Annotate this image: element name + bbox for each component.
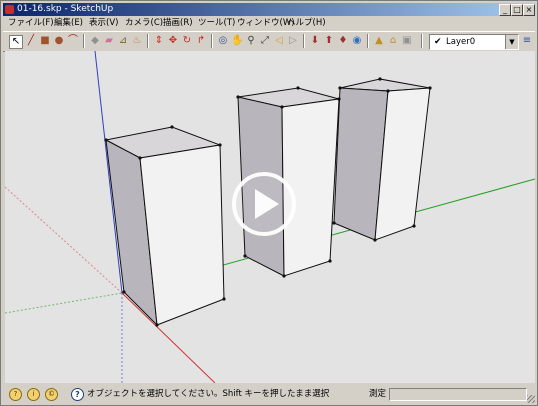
- green-axis-hidden: [5, 292, 123, 314]
- active-layer-check-icon: ✔: [434, 37, 442, 47]
- menu-view[interactable]: 表示(V): [89, 17, 118, 30]
- toolbar-separator: [421, 34, 423, 48]
- zoom-tool-icon[interactable]: ⚲: [245, 35, 257, 47]
- window-title: 01-16.skp - SketchUp: [17, 4, 114, 14]
- sketchup-window: 01-16.skp - SketchUp _ □ × ファイル(F) 編集(E)…: [0, 0, 538, 406]
- menu-draw[interactable]: 描画(R): [163, 17, 193, 30]
- push-pull-icon[interactable]: ⇕: [153, 35, 165, 47]
- photo-texture-icon[interactable]: ▣: [401, 35, 413, 47]
- title-bar[interactable]: 01-16.skp - SketchUp _ □ ×: [3, 3, 535, 16]
- credits-icon[interactable]: i: [27, 388, 40, 401]
- toolbar-separator: [83, 34, 85, 48]
- measurements-input[interactable]: [389, 388, 527, 401]
- menu-bar: ファイル(F) 編集(E) 表示(V) カメラ(C) 描画(R) ツール(T) …: [3, 17, 535, 30]
- next-view-icon[interactable]: ▷: [287, 35, 299, 47]
- toggle-terrain-icon[interactable]: ▲: [373, 35, 385, 47]
- red-axis-hidden: [5, 186, 123, 294]
- toolbar-separator: [367, 34, 369, 48]
- help-icon[interactable]: ?: [71, 388, 84, 401]
- previous-view-icon[interactable]: ◁: [273, 35, 285, 47]
- play-button[interactable]: [232, 172, 296, 236]
- toolbar-separator: [303, 34, 305, 48]
- sketchup-app-icon: [5, 5, 14, 14]
- resize-grip[interactable]: [527, 395, 535, 403]
- eraser-tool-icon[interactable]: ▰: [103, 35, 115, 47]
- maximize-button[interactable]: □: [511, 4, 523, 16]
- rotate-tool-icon[interactable]: ↻: [181, 35, 193, 47]
- main-toolbar: ↖ ╱ ■ ● ⌒ ◆ ▰ ⊿ ♨ ⇕ ✥ ↻ ↱ ◎ ✋ ⚲ ⤢ ◁ ▷ ⬇ …: [3, 31, 535, 52]
- chevron-down-icon[interactable]: ▼: [505, 35, 518, 49]
- get-models-icon[interactable]: ⬇: [309, 35, 321, 47]
- modeling-viewport[interactable]: [5, 51, 535, 383]
- move-tool-icon[interactable]: ✥: [167, 35, 179, 47]
- status-bar: ? i © ? オブジェクトを選択してください。Shift キーを押したまま選択…: [3, 385, 535, 403]
- pan-tool-icon[interactable]: ✋: [231, 35, 243, 47]
- follow-me-icon[interactable]: ↱: [195, 35, 207, 47]
- layer-dropdown[interactable]: ✔ Layer0 ▼: [429, 34, 519, 50]
- layer-manager-icon[interactable]: ≡: [521, 35, 533, 47]
- box-3[interactable]: [333, 78, 431, 241]
- toolbar-separator: [147, 34, 149, 48]
- user-icon[interactable]: ©: [45, 388, 58, 401]
- scene-canvas[interactable]: [5, 51, 535, 383]
- tape-measure-icon[interactable]: ⊿: [117, 35, 129, 47]
- layer-name: Layer0: [446, 37, 476, 47]
- menu-help[interactable]: ヘルプ(H): [287, 17, 326, 30]
- menu-edit[interactable]: 編集(E): [54, 17, 83, 30]
- close-button[interactable]: ×: [523, 4, 535, 16]
- pencil-tool-icon[interactable]: ╱: [25, 35, 37, 47]
- make-component-icon[interactable]: ◆: [89, 35, 101, 47]
- toolbar-separator: [211, 34, 213, 48]
- share-component-icon[interactable]: ♦: [337, 35, 349, 47]
- add-location-icon[interactable]: ⌂: [387, 35, 399, 47]
- measurements-label: 測定: [369, 389, 387, 399]
- share-model-icon[interactable]: ⬆: [323, 35, 335, 47]
- rectangle-tool-icon[interactable]: ■: [39, 35, 51, 47]
- circle-tool-icon[interactable]: ●: [53, 35, 65, 47]
- arc-tool-icon[interactable]: ⌒: [67, 35, 79, 47]
- minimize-button[interactable]: _: [499, 4, 511, 16]
- menu-file[interactable]: ファイル(F): [8, 17, 54, 30]
- orbit-tool-icon[interactable]: ◎: [217, 35, 229, 47]
- menu-window[interactable]: ウィンドウ(W): [237, 17, 295, 30]
- select-tool-icon[interactable]: ↖: [9, 35, 23, 49]
- paint-bucket-icon[interactable]: ♨: [131, 35, 143, 47]
- google-earth-icon[interactable]: ◉: [351, 35, 363, 47]
- menu-camera[interactable]: カメラ(C): [125, 17, 163, 30]
- zoom-extents-icon[interactable]: ⤢: [259, 35, 271, 47]
- menu-tools[interactable]: ツール(T): [198, 17, 235, 30]
- status-message: オブジェクトを選択してください。Shift キーを押したまま選択: [87, 389, 330, 399]
- geo-location-icon[interactable]: ?: [9, 388, 22, 401]
